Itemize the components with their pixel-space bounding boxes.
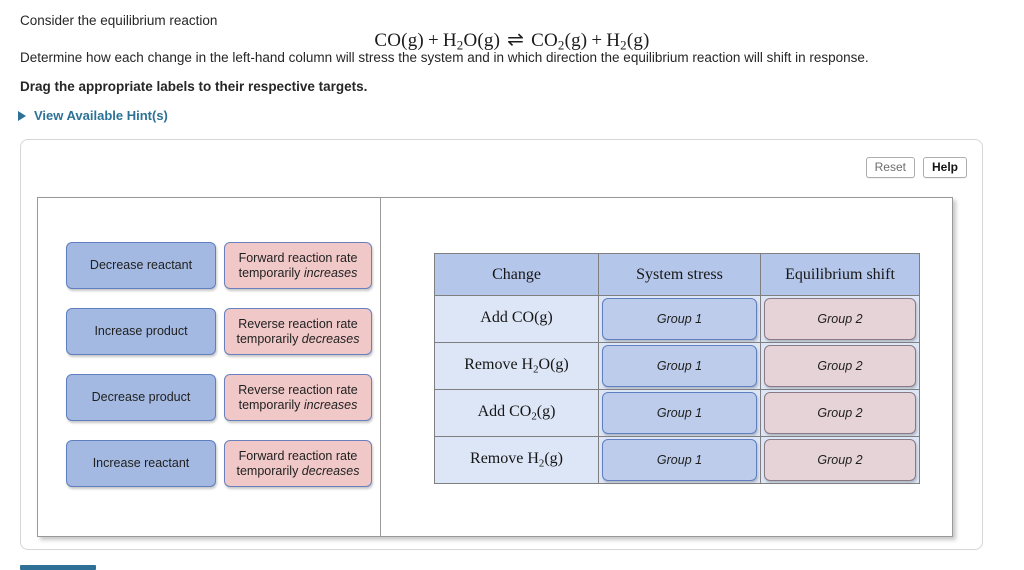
- change-text-suffix: (g): [544, 450, 563, 468]
- toolbar: Reset Help: [865, 157, 967, 178]
- drop-placeholder-chip[interactable]: Group 1: [602, 439, 757, 481]
- change-text-prefix: Add CO: [477, 403, 532, 421]
- drop-target-stress-row-1[interactable]: Group 1: [598, 295, 761, 343]
- target-area: Change System stress Equilibrium shift A…: [381, 198, 952, 536]
- draggable-label-forward-rate-increases[interactable]: Forward reaction rate temporarily increas…: [224, 242, 372, 289]
- drop-target-shift-row-4[interactable]: Group 2: [760, 436, 920, 484]
- draggable-label-text: Decrease product: [91, 390, 191, 404]
- drop-placeholder-chip[interactable]: Group 1: [602, 298, 757, 340]
- label-bank: Decrease reactant Increase product Decre…: [38, 198, 380, 536]
- equation-product-1: CO2(g): [531, 30, 588, 53]
- table-row: Remove H2(g) Group 1 Group 2: [434, 436, 920, 484]
- activity-card: Reset Help Decrease reactant Increase pr…: [20, 139, 983, 550]
- draggable-label-text: Reverse reaction rate temporarily decreas…: [237, 317, 360, 347]
- draggable-label-text: Decrease reactant: [89, 258, 193, 272]
- view-hints-link[interactable]: View Available Hint(s): [18, 108, 168, 123]
- drop-placeholder-chip[interactable]: Group 2: [764, 392, 916, 434]
- drop-placeholder-chip[interactable]: Group 1: [602, 392, 757, 434]
- change-text-suffix: (g): [536, 403, 556, 421]
- column-header-change: Change: [434, 253, 599, 296]
- change-text-suffix: (g): [534, 309, 553, 327]
- change-text-prefix: Remove H: [470, 450, 539, 468]
- label-line-2-prefix: temporarily: [236, 463, 302, 478]
- drop-placeholder-chip[interactable]: Group 2: [764, 345, 916, 387]
- label-line-1: Reverse reaction rate: [238, 382, 358, 397]
- view-hints-label: View Available Hint(s): [34, 108, 168, 123]
- equation-plus-1: +: [427, 30, 439, 51]
- equation-product-2-base: H: [606, 30, 621, 51]
- reset-button[interactable]: Reset: [865, 157, 915, 178]
- change-text-suffix: O(g): [538, 356, 569, 374]
- label-line-1: Reverse reaction rate: [238, 316, 358, 331]
- equation-reactant-2-base: H: [442, 30, 457, 51]
- label-line-2-emphasis: decreases: [301, 463, 360, 478]
- drop-target-stress-row-2[interactable]: Group 1: [598, 342, 761, 390]
- table-header-row: Change System stress Equilibrium shift: [434, 253, 920, 296]
- drop-placeholder-chip[interactable]: Group 2: [764, 298, 916, 340]
- draggable-label-increase-product[interactable]: Increase product: [66, 308, 216, 355]
- change-cell-add-co: Add CO(g): [434, 295, 599, 343]
- submit-button-fragment[interactable]: [20, 565, 96, 570]
- column-header-system-stress: System stress: [598, 253, 761, 296]
- equilibrium-arrow-icon: ⇌: [507, 29, 525, 51]
- table-row: Add CO2(g) Group 1 Group 2: [434, 389, 920, 437]
- label-line-2-prefix: temporarily: [238, 397, 304, 412]
- label-line-2-prefix: temporarily: [238, 265, 304, 280]
- drag-instruction-text: Drag the appropriate labels to their res…: [20, 79, 368, 94]
- drop-placeholder-chip[interactable]: Group 1: [602, 345, 757, 387]
- help-button[interactable]: Help: [922, 157, 967, 178]
- equation-product-2-tail: (g): [626, 30, 650, 51]
- equation-product-2: H2(g): [606, 30, 650, 53]
- draggable-label-text: Increase product: [94, 324, 188, 338]
- draggable-label-decrease-product[interactable]: Decrease product: [66, 374, 216, 421]
- label-line-2-prefix: temporarily: [236, 331, 302, 346]
- label-line-2-emphasis: increases: [303, 397, 358, 412]
- work-panel: Decrease reactant Increase product Decre…: [37, 197, 953, 537]
- label-line-2-emphasis: increases: [303, 265, 358, 280]
- change-cell-remove-h2o: Remove H2O(g): [434, 342, 599, 390]
- column-header-equilibrium-shift: Equilibrium shift: [760, 253, 920, 296]
- draggable-label-reverse-rate-decreases[interactable]: Reverse reaction rate temporarily decreas…: [224, 308, 372, 355]
- change-cell-add-co2: Add CO2(g): [434, 389, 599, 437]
- equation-reactant-1: CO(g): [374, 30, 424, 51]
- draggable-label-text: Forward reaction rate temporarily increas…: [239, 251, 358, 281]
- change-text-prefix: Add CO: [480, 309, 535, 327]
- equation-product-1-tail: (g): [564, 30, 588, 51]
- triangle-right-icon: [18, 110, 26, 121]
- drop-target-shift-row-1[interactable]: Group 2: [760, 295, 920, 343]
- change-cell-remove-h2: Remove H2(g): [434, 436, 599, 484]
- drop-target-shift-row-2[interactable]: Group 2: [760, 342, 920, 390]
- draggable-label-increase-reactant[interactable]: Increase reactant: [66, 440, 216, 487]
- draggable-label-text: Reverse reaction rate temporarily increas…: [238, 383, 358, 413]
- drop-target-stress-row-3[interactable]: Group 1: [598, 389, 761, 437]
- label-line-1: Forward reaction rate: [238, 250, 358, 265]
- equation-reactant-2: H2O(g): [442, 30, 501, 53]
- label-line-2-emphasis: decreases: [301, 331, 360, 346]
- label-line-1: Forward reaction rate: [238, 448, 358, 463]
- table-row: Add CO(g) Group 1 Group 2: [434, 295, 920, 343]
- change-text-prefix: Remove H: [464, 356, 534, 374]
- determine-text: Determine how each change in the left-ha…: [20, 50, 869, 65]
- draggable-label-text: Forward reaction rate temporarily decreas…: [237, 449, 360, 479]
- draggable-label-reverse-rate-increases[interactable]: Reverse reaction rate temporarily increas…: [224, 374, 372, 421]
- equation-product-1-base: CO: [531, 30, 558, 51]
- drop-target-stress-row-4[interactable]: Group 1: [598, 436, 761, 484]
- draggable-label-text: Increase reactant: [92, 456, 190, 470]
- draggable-label-decrease-reactant[interactable]: Decrease reactant: [66, 242, 216, 289]
- equation-reactant-2-tail: O(g): [463, 30, 501, 51]
- drop-target-shift-row-3[interactable]: Group 2: [760, 389, 920, 437]
- target-table: Change System stress Equilibrium shift A…: [434, 253, 920, 484]
- draggable-label-forward-rate-decreases[interactable]: Forward reaction rate temporarily decreas…: [224, 440, 372, 487]
- table-row: Remove H2O(g) Group 1 Group 2: [434, 342, 920, 390]
- drop-placeholder-chip[interactable]: Group 2: [764, 439, 916, 481]
- equation-plus-2: +: [591, 30, 603, 51]
